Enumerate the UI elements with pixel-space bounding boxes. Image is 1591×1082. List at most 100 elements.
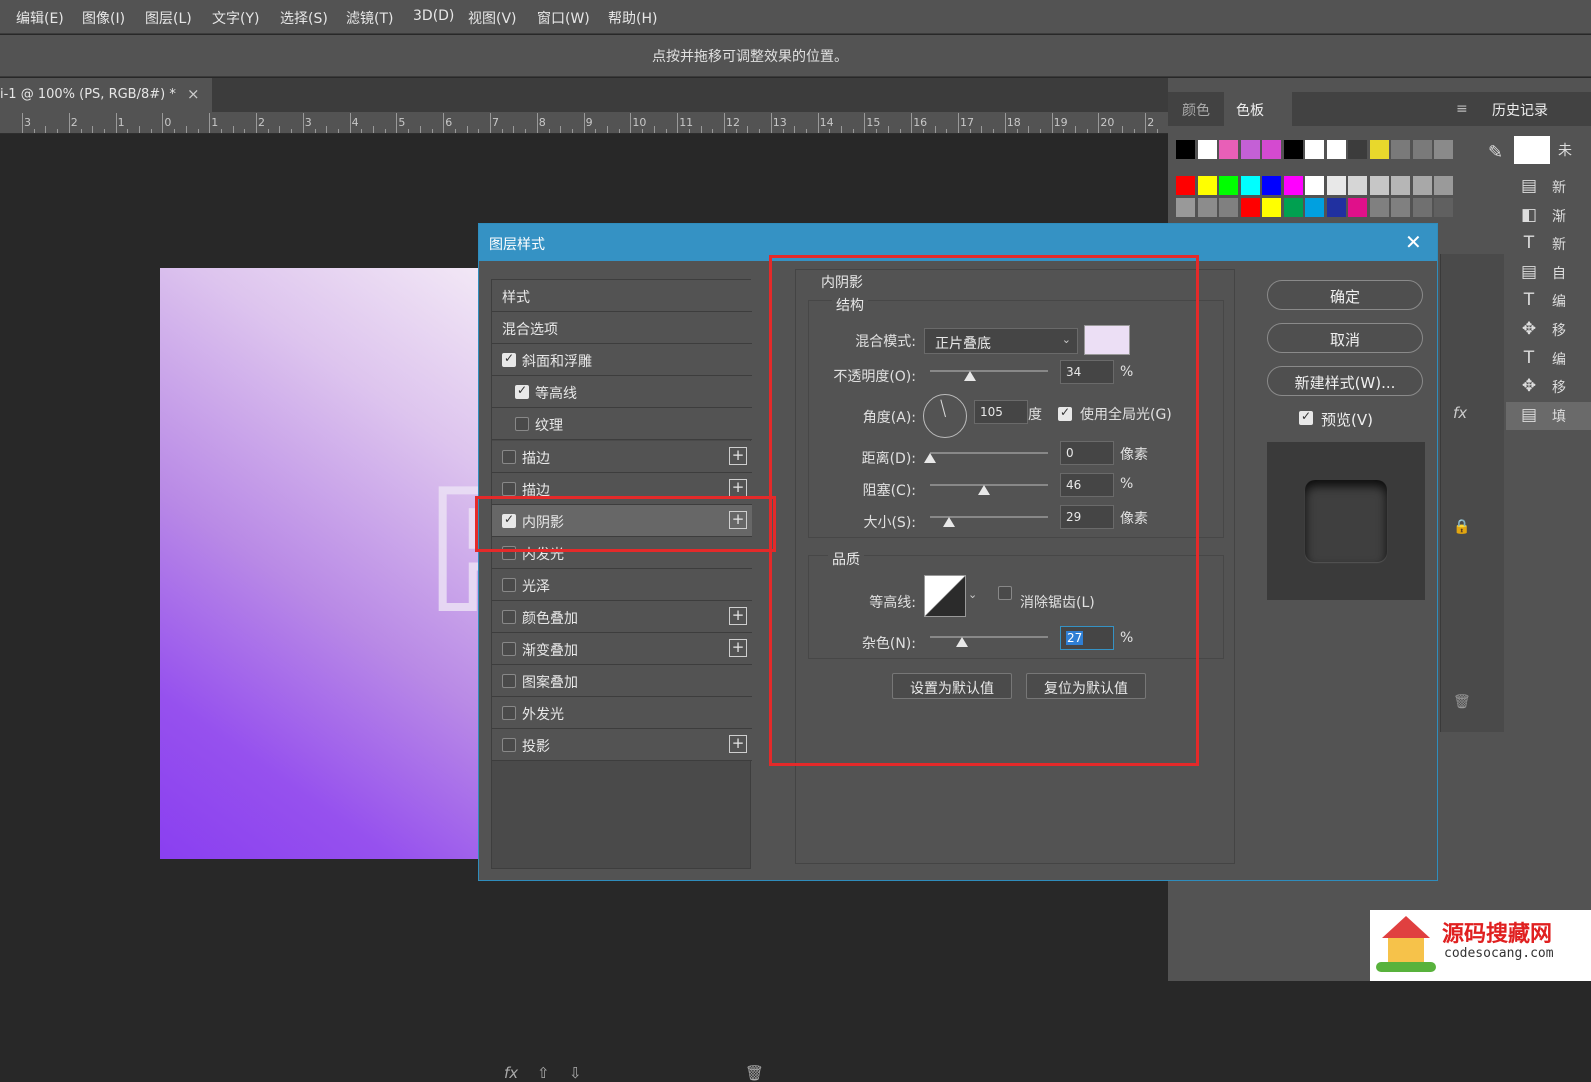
add-effect-icon[interactable]: + [729, 639, 747, 658]
color-swatch[interactable] [1412, 176, 1432, 195]
style-checkbox[interactable] [502, 481, 516, 496]
color-swatch[interactable] [1262, 198, 1281, 217]
color-swatch[interactable] [1391, 140, 1410, 159]
history-item[interactable]: ▤ 填 [1506, 401, 1591, 430]
move-down-icon[interactable]: ⇩ [569, 1064, 582, 1082]
style-item[interactable]: 纹理 [492, 408, 752, 441]
color-swatch[interactable] [1176, 140, 1195, 159]
color-swatch[interactable] [1197, 140, 1217, 159]
style-checkbox[interactable] [502, 449, 516, 464]
style-checkbox[interactable] [502, 674, 516, 689]
color-swatch[interactable] [1197, 198, 1217, 217]
color-swatch[interactable] [1434, 176, 1453, 195]
color-swatch[interactable] [1283, 198, 1303, 217]
color-swatch[interactable] [1348, 140, 1367, 159]
history-item[interactable]: ✥ 移 [1506, 316, 1591, 344]
menu-item-5[interactable]: 滤镜(T) [346, 8, 393, 28]
add-effect-icon[interactable]: + [729, 478, 747, 497]
history-brush-icon[interactable]: ✎ [1488, 142, 1503, 163]
style-checkbox[interactable] [502, 738, 516, 753]
lock-icon[interactable]: 🔒 [1453, 519, 1470, 535]
color-swatch[interactable] [1219, 140, 1238, 159]
style-checkbox[interactable] [502, 577, 516, 592]
close-tab-icon[interactable]: × [187, 85, 200, 103]
history-item[interactable]: T新 [1506, 230, 1591, 258]
color-swatch[interactable] [1240, 140, 1260, 159]
color-swatch[interactable] [1326, 176, 1346, 195]
style-item[interactable]: 颜色叠加 + [492, 601, 752, 633]
style-checkbox[interactable] [515, 417, 529, 432]
history-item[interactable]: T编 [1506, 345, 1591, 373]
color-swatch[interactable] [1391, 198, 1410, 217]
fx-menu-icon[interactable]: fx [504, 1064, 518, 1082]
add-effect-icon[interactable]: + [729, 607, 747, 625]
style-item[interactable]: 光泽 [492, 568, 752, 601]
color-swatch[interactable] [1412, 140, 1432, 159]
color-swatch[interactable] [1434, 140, 1453, 159]
panel-menu-icon[interactable]: ≡ [1456, 101, 1468, 117]
layer-fx-icon[interactable]: fx [1453, 404, 1467, 422]
ok-button[interactable]: 确定 [1267, 280, 1423, 310]
tab-swatches[interactable]: 色板 [1236, 100, 1264, 120]
dialog-close-icon[interactable]: ✕ [1405, 230, 1422, 254]
color-swatch[interactable] [1348, 198, 1367, 217]
color-swatch[interactable] [1369, 198, 1389, 217]
style-checkbox[interactable] [502, 351, 516, 368]
color-swatch[interactable] [1176, 198, 1195, 217]
color-swatch[interactable] [1369, 176, 1389, 195]
color-swatch[interactable] [1434, 198, 1453, 217]
cancel-button[interactable]: 取消 [1267, 323, 1423, 353]
color-swatch[interactable] [1369, 140, 1389, 159]
style-item[interactable]: 等高线 [492, 376, 752, 409]
style-checkbox[interactable] [502, 642, 516, 657]
layer-trash-icon[interactable]: 🗑 [1453, 694, 1471, 710]
color-swatch[interactable] [1262, 176, 1281, 195]
new-style-button[interactable]: 新建样式(W)... [1267, 366, 1423, 396]
history-item[interactable]: ▤ 自 [1506, 259, 1591, 287]
menu-item-7[interactable]: 视图(V) [468, 8, 517, 28]
menu-item-2[interactable]: 图层(L) [145, 8, 192, 28]
color-swatch[interactable] [1391, 176, 1410, 195]
color-swatch[interactable] [1176, 176, 1195, 195]
history-item[interactable]: ◧ 渐 [1506, 202, 1591, 230]
color-swatch[interactable] [1326, 140, 1346, 159]
color-swatch[interactable] [1219, 176, 1238, 195]
style-checkbox[interactable] [515, 383, 529, 400]
color-swatch[interactable] [1305, 176, 1324, 195]
menu-item-8[interactable]: 窗口(W) [537, 8, 590, 28]
style-item[interactable]: 投影 + [492, 729, 752, 762]
color-swatch[interactable] [1240, 198, 1260, 217]
color-swatch[interactable] [1326, 198, 1346, 217]
menu-item-3[interactable]: 文字(Y) [212, 8, 259, 28]
add-effect-icon[interactable]: + [729, 446, 747, 465]
color-swatch[interactable] [1219, 198, 1238, 217]
tab-color[interactable]: 颜色 [1182, 100, 1210, 120]
style-item[interactable]: 混合选项 [492, 312, 752, 345]
preview-checkbox[interactable] [1299, 409, 1313, 425]
color-swatch[interactable] [1262, 140, 1281, 159]
style-item[interactable]: 描边 + [492, 440, 752, 473]
style-item[interactable]: 斜面和浮雕 [492, 344, 752, 377]
style-item[interactable]: 渐变叠加 + [492, 633, 752, 666]
color-swatch[interactable] [1240, 176, 1260, 195]
color-swatch[interactable] [1412, 198, 1432, 217]
delete-effect-icon[interactable]: 🗑 [745, 1064, 764, 1082]
history-item[interactable]: ▤ 新 [1506, 173, 1591, 201]
move-up-icon[interactable]: ⇧ [537, 1064, 550, 1082]
color-swatch[interactable] [1348, 176, 1367, 195]
history-item[interactable]: ✥ 移 [1506, 373, 1591, 401]
style-item[interactable]: 图案叠加 [492, 665, 752, 698]
menu-item-9[interactable]: 帮助(H) [608, 8, 657, 28]
document-tab[interactable]: i-1 @ 100% (PS, RGB/8#) * × [0, 78, 212, 112]
menu-item-1[interactable]: 图像(I) [82, 8, 125, 28]
color-swatch[interactable] [1283, 176, 1303, 195]
menu-item-0[interactable]: 编辑(E) [16, 8, 64, 28]
color-swatch[interactable] [1305, 198, 1324, 217]
color-swatch[interactable] [1283, 140, 1303, 159]
style-checkbox[interactable] [502, 610, 516, 624]
color-swatch[interactable] [1197, 176, 1217, 195]
style-item[interactable]: 外发光 [492, 697, 752, 730]
add-effect-icon[interactable]: + [729, 735, 747, 754]
history-snapshot-thumb[interactable] [1514, 136, 1550, 164]
menu-item-6[interactable]: 3D(D) [413, 8, 454, 24]
